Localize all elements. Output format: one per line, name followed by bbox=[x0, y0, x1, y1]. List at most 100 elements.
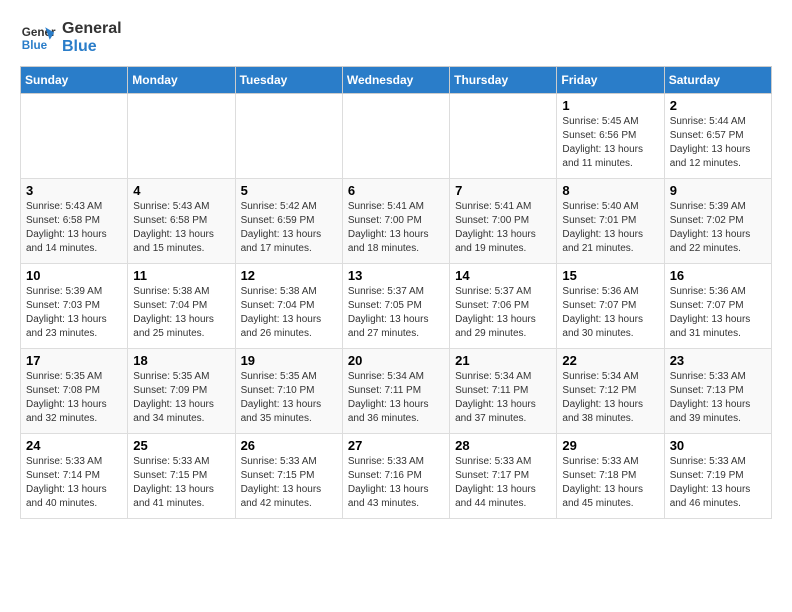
week-row-1: 1 Sunrise: 5:45 AM Sunset: 6:56 PM Daylig… bbox=[21, 94, 772, 179]
day-info: Sunrise: 5:43 AM Sunset: 6:58 PM Dayligh… bbox=[133, 200, 229, 256]
day-cell: 6 Sunrise: 5:41 AM Sunset: 7:00 PM Daylig… bbox=[342, 179, 449, 264]
day-number: 20 bbox=[348, 353, 444, 368]
day-number: 28 bbox=[455, 438, 551, 453]
day-info: Sunrise: 5:33 AM Sunset: 7:15 PM Dayligh… bbox=[133, 455, 229, 511]
header-wednesday: Wednesday bbox=[342, 67, 449, 94]
day-cell bbox=[450, 94, 557, 179]
day-info: Sunrise: 5:45 AM Sunset: 6:56 PM Dayligh… bbox=[562, 115, 658, 171]
day-number: 30 bbox=[670, 438, 766, 453]
day-info: Sunrise: 5:33 AM Sunset: 7:15 PM Dayligh… bbox=[241, 455, 337, 511]
week-row-3: 10Sunrise: 5:39 AM Sunset: 7:03 PM Dayli… bbox=[21, 264, 772, 349]
day-info: Sunrise: 5:37 AM Sunset: 7:05 PM Dayligh… bbox=[348, 285, 444, 341]
svg-text:Blue: Blue bbox=[22, 39, 48, 52]
day-cell: 7 Sunrise: 5:41 AM Sunset: 7:00 PM Daylig… bbox=[450, 179, 557, 264]
day-cell bbox=[21, 94, 128, 179]
header-friday: Friday bbox=[557, 67, 664, 94]
day-cell: 21Sunrise: 5:34 AM Sunset: 7:11 PM Dayli… bbox=[450, 349, 557, 434]
day-number: 8 bbox=[562, 183, 658, 198]
day-number: 2 bbox=[670, 98, 766, 113]
header-sunday: Sunday bbox=[21, 67, 128, 94]
day-cell: 11 Sunrise: 5:38 AM Sunset: 7:04 PM Dayli… bbox=[128, 264, 235, 349]
day-info: Sunrise: 5:33 AM Sunset: 7:17 PM Dayligh… bbox=[455, 455, 551, 511]
day-info: Sunrise: 5:35 AM Sunset: 7:09 PM Dayligh… bbox=[133, 370, 229, 426]
day-number: 11 bbox=[133, 268, 229, 283]
day-info: Sunrise: 5:34 AM Sunset: 7:12 PM Dayligh… bbox=[562, 370, 658, 426]
day-info: Sunrise: 5:34 AM Sunset: 7:11 PM Dayligh… bbox=[348, 370, 444, 426]
day-cell: 25Sunrise: 5:33 AM Sunset: 7:15 PM Dayli… bbox=[128, 434, 235, 519]
day-number: 3 bbox=[26, 183, 122, 198]
day-cell: 20 Sunrise: 5:34 AM Sunset: 7:11 PM Dayli… bbox=[342, 349, 449, 434]
day-cell: 29 Sunrise: 5:33 AM Sunset: 7:18 PM Dayli… bbox=[557, 434, 664, 519]
day-cell: 1 Sunrise: 5:45 AM Sunset: 6:56 PM Daylig… bbox=[557, 94, 664, 179]
day-number: 26 bbox=[241, 438, 337, 453]
logo-icon: General Blue bbox=[20, 20, 56, 56]
day-number: 12 bbox=[241, 268, 337, 283]
logo-blue: Blue bbox=[62, 38, 122, 56]
day-info: Sunrise: 5:41 AM Sunset: 7:00 PM Dayligh… bbox=[348, 200, 444, 256]
day-info: Sunrise: 5:39 AM Sunset: 7:02 PM Dayligh… bbox=[670, 200, 766, 256]
day-cell bbox=[128, 94, 235, 179]
day-number: 17 bbox=[26, 353, 122, 368]
day-info: Sunrise: 5:33 AM Sunset: 7:14 PM Dayligh… bbox=[26, 455, 122, 511]
day-info: Sunrise: 5:38 AM Sunset: 7:04 PM Dayligh… bbox=[241, 285, 337, 341]
day-info: Sunrise: 5:41 AM Sunset: 7:00 PM Dayligh… bbox=[455, 200, 551, 256]
day-number: 15 bbox=[562, 268, 658, 283]
day-number: 6 bbox=[348, 183, 444, 198]
day-info: Sunrise: 5:40 AM Sunset: 7:01 PM Dayligh… bbox=[562, 200, 658, 256]
day-cell: 26 Sunrise: 5:33 AM Sunset: 7:15 PM Dayli… bbox=[235, 434, 342, 519]
day-info: Sunrise: 5:43 AM Sunset: 6:58 PM Dayligh… bbox=[26, 200, 122, 256]
day-info: Sunrise: 5:36 AM Sunset: 7:07 PM Dayligh… bbox=[670, 285, 766, 341]
day-cell: 16 Sunrise: 5:36 AM Sunset: 7:07 PM Dayli… bbox=[664, 264, 771, 349]
day-number: 23 bbox=[670, 353, 766, 368]
day-cell: 23 Sunrise: 5:33 AM Sunset: 7:13 PM Dayli… bbox=[664, 349, 771, 434]
day-cell: 4Sunrise: 5:43 AM Sunset: 6:58 PM Daylig… bbox=[128, 179, 235, 264]
day-info: Sunrise: 5:33 AM Sunset: 7:16 PM Dayligh… bbox=[348, 455, 444, 511]
day-info: Sunrise: 5:37 AM Sunset: 7:06 PM Dayligh… bbox=[455, 285, 551, 341]
day-cell: 14Sunrise: 5:37 AM Sunset: 7:06 PM Dayli… bbox=[450, 264, 557, 349]
day-cell: 13 Sunrise: 5:37 AM Sunset: 7:05 PM Dayli… bbox=[342, 264, 449, 349]
day-number: 27 bbox=[348, 438, 444, 453]
day-number: 9 bbox=[670, 183, 766, 198]
day-cell: 5Sunrise: 5:42 AM Sunset: 6:59 PM Daylig… bbox=[235, 179, 342, 264]
day-cell: 15Sunrise: 5:36 AM Sunset: 7:07 PM Dayli… bbox=[557, 264, 664, 349]
day-info: Sunrise: 5:44 AM Sunset: 6:57 PM Dayligh… bbox=[670, 115, 766, 171]
day-cell: 18 Sunrise: 5:35 AM Sunset: 7:09 PM Dayli… bbox=[128, 349, 235, 434]
day-number: 19 bbox=[241, 353, 337, 368]
day-cell: 2 Sunrise: 5:44 AM Sunset: 6:57 PM Daylig… bbox=[664, 94, 771, 179]
day-info: Sunrise: 5:39 AM Sunset: 7:03 PM Dayligh… bbox=[26, 285, 122, 341]
day-info: Sunrise: 5:35 AM Sunset: 7:08 PM Dayligh… bbox=[26, 370, 122, 426]
day-cell: 28 Sunrise: 5:33 AM Sunset: 7:17 PM Dayli… bbox=[450, 434, 557, 519]
day-number: 13 bbox=[348, 268, 444, 283]
day-number: 1 bbox=[562, 98, 658, 113]
calendar-table: SundayMondayTuesdayWednesdayThursdayFrid… bbox=[20, 66, 772, 519]
header-saturday: Saturday bbox=[664, 67, 771, 94]
logo-general: General bbox=[62, 20, 122, 38]
day-number: 5 bbox=[241, 183, 337, 198]
header-thursday: Thursday bbox=[450, 67, 557, 94]
day-cell: 17 Sunrise: 5:35 AM Sunset: 7:08 PM Dayli… bbox=[21, 349, 128, 434]
day-cell bbox=[235, 94, 342, 179]
day-cell: 3 Sunrise: 5:43 AM Sunset: 6:58 PM Daylig… bbox=[21, 179, 128, 264]
day-info: Sunrise: 5:33 AM Sunset: 7:19 PM Dayligh… bbox=[670, 455, 766, 511]
day-info: Sunrise: 5:33 AM Sunset: 7:18 PM Dayligh… bbox=[562, 455, 658, 511]
logo: General Blue General Blue bbox=[20, 20, 122, 56]
day-number: 7 bbox=[455, 183, 551, 198]
day-cell: 22Sunrise: 5:34 AM Sunset: 7:12 PM Dayli… bbox=[557, 349, 664, 434]
week-row-4: 17 Sunrise: 5:35 AM Sunset: 7:08 PM Dayli… bbox=[21, 349, 772, 434]
page-header: General Blue General Blue bbox=[20, 20, 772, 56]
day-number: 16 bbox=[670, 268, 766, 283]
day-info: Sunrise: 5:33 AM Sunset: 7:13 PM Dayligh… bbox=[670, 370, 766, 426]
day-cell: 9 Sunrise: 5:39 AM Sunset: 7:02 PM Daylig… bbox=[664, 179, 771, 264]
week-row-2: 3 Sunrise: 5:43 AM Sunset: 6:58 PM Daylig… bbox=[21, 179, 772, 264]
header-monday: Monday bbox=[128, 67, 235, 94]
day-info: Sunrise: 5:35 AM Sunset: 7:10 PM Dayligh… bbox=[241, 370, 337, 426]
day-cell: 19 Sunrise: 5:35 AM Sunset: 7:10 PM Dayli… bbox=[235, 349, 342, 434]
day-number: 18 bbox=[133, 353, 229, 368]
header-tuesday: Tuesday bbox=[235, 67, 342, 94]
day-cell bbox=[342, 94, 449, 179]
day-cell: 27 Sunrise: 5:33 AM Sunset: 7:16 PM Dayli… bbox=[342, 434, 449, 519]
day-number: 29 bbox=[562, 438, 658, 453]
week-row-5: 24Sunrise: 5:33 AM Sunset: 7:14 PM Dayli… bbox=[21, 434, 772, 519]
day-info: Sunrise: 5:38 AM Sunset: 7:04 PM Dayligh… bbox=[133, 285, 229, 341]
day-info: Sunrise: 5:34 AM Sunset: 7:11 PM Dayligh… bbox=[455, 370, 551, 426]
